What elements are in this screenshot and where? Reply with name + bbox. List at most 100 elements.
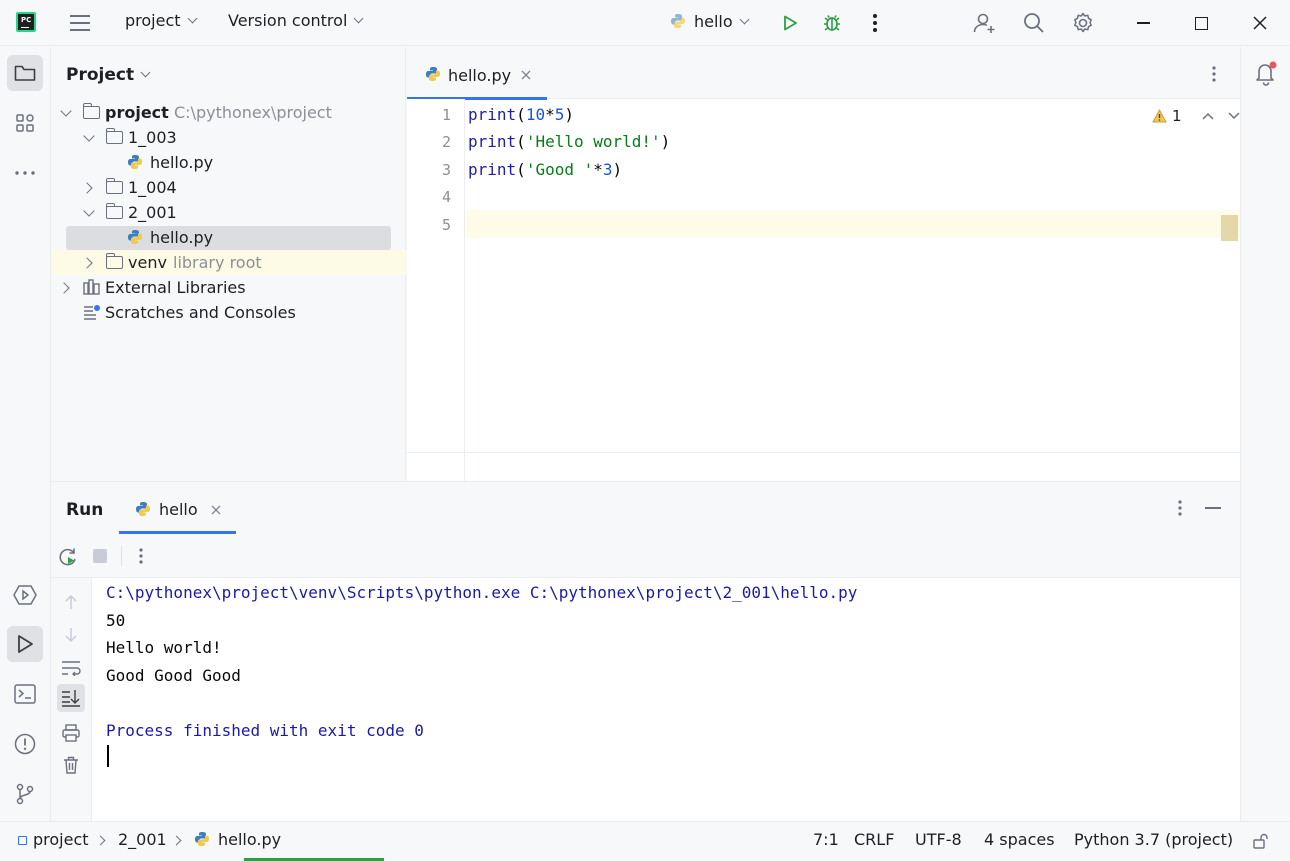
search-icon[interactable] — [1022, 11, 1046, 35]
project-tool-button[interactable] — [7, 55, 43, 91]
tree-item-project-root[interactable]: project C:\pythonex\project — [51, 100, 406, 125]
breadcrumb-folder[interactable]: 2_001 — [118, 830, 167, 849]
close-tab-icon[interactable] — [521, 70, 531, 80]
python-file-icon — [136, 502, 150, 516]
run-tool-window: Run hello C:\pythonex\project\venv\Scrip… — [51, 481, 1240, 822]
trash-icon[interactable] — [63, 756, 79, 774]
tree-item-folder-1-004[interactable]: 1_004 — [51, 175, 406, 200]
maximize-window-icon[interactable] — [1189, 11, 1213, 35]
python-file-icon — [671, 14, 685, 28]
tree-item-label: project — [105, 103, 169, 122]
caret-position[interactable]: 7:1 — [813, 830, 839, 849]
editor-tab-hello-py[interactable]: hello.py — [407, 47, 547, 100]
editor-tab-label: hello.py — [448, 66, 512, 85]
tree-item-file-hello-2-001[interactable]: hello.py — [51, 225, 406, 250]
tree-item-file-hello-1-003[interactable]: hello.py — [51, 150, 406, 175]
version-control-label: Version control — [228, 11, 348, 30]
run-tab-hello[interactable]: hello — [119, 482, 236, 534]
tree-item-label: 2_001 — [128, 203, 177, 222]
line-separator-widget[interactable]: CRLF — [854, 830, 894, 849]
print-icon[interactable] — [62, 724, 80, 742]
collapse-arrow-icon[interactable] — [58, 282, 70, 294]
terminal-icon — [14, 684, 36, 704]
collapse-arrow-icon[interactable] — [81, 182, 93, 194]
tree-item-external-libraries[interactable]: External Libraries — [51, 275, 406, 300]
project-selector[interactable]: project — [125, 11, 197, 30]
run-config-label: hello — [694, 12, 733, 31]
expand-arrow-icon[interactable] — [83, 205, 95, 217]
version-control-menu[interactable]: Version control — [228, 11, 364, 30]
console-side-toolbar — [51, 578, 92, 822]
console-output-line: Hello world! — [106, 638, 222, 657]
project-panel-title-label: Project — [66, 65, 135, 85]
encoding-widget[interactable]: UTF-8 — [915, 830, 962, 849]
more-actions-icon[interactable] — [139, 548, 143, 564]
console-output[interactable]: C:\pythonex\project\venv\Scripts\python.… — [92, 578, 1240, 822]
code-token: * — [545, 105, 555, 124]
console-exit-message: Process finished with exit code 0 — [106, 721, 424, 740]
scroll-to-end-icon — [62, 690, 80, 707]
scroll-to-end-button[interactable] — [57, 684, 85, 712]
folder-icon — [105, 203, 123, 219]
close-window-icon[interactable] — [1248, 11, 1272, 35]
chevron-down-icon — [739, 14, 750, 25]
next-highlight-icon[interactable] — [1228, 112, 1240, 120]
text-cursor — [107, 745, 109, 767]
add-user-icon[interactable] — [972, 11, 996, 35]
run-button[interactable] — [778, 11, 802, 35]
git-tool-button[interactable] — [7, 776, 43, 812]
lock-icon[interactable] — [1252, 833, 1268, 849]
minimize-window-icon[interactable] — [1131, 11, 1155, 35]
run-panel-options-icon[interactable] — [1178, 500, 1182, 520]
code-token: 'Hello world!' — [525, 132, 661, 151]
project-panel-title[interactable]: Project — [66, 65, 151, 85]
indent-widget[interactable]: 4 spaces — [984, 830, 1055, 849]
soft-wrap-icon[interactable] — [61, 660, 81, 676]
scroll-down-icon[interactable] — [64, 627, 78, 643]
run-tool-button[interactable] — [7, 626, 43, 662]
debug-button[interactable] — [820, 11, 844, 35]
main-menu-icon[interactable] — [70, 13, 90, 31]
hide-panel-icon[interactable] — [1205, 507, 1221, 509]
tree-item-label: venv — [128, 253, 167, 272]
run-tab-label: hello — [159, 500, 198, 519]
tree-item-scratches[interactable]: Scratches and Consoles — [51, 300, 406, 325]
rerun-icon[interactable] — [58, 547, 78, 567]
breadcrumb-project-icon — [18, 836, 27, 845]
breadcrumb-project[interactable]: project — [33, 830, 89, 849]
services-tool-button[interactable] — [7, 577, 43, 613]
tree-item-folder-2-001[interactable]: 2_001 — [51, 200, 406, 225]
collapse-arrow-icon[interactable] — [81, 257, 93, 269]
tree-item-label: 1_004 — [128, 178, 177, 197]
code-token: ) — [660, 132, 671, 151]
code-line-2: print('Hello world!') — [468, 132, 670, 151]
problems-icon — [14, 733, 36, 755]
breadcrumb-separator-icon — [171, 835, 182, 846]
problems-tool-button[interactable] — [7, 726, 43, 762]
interpreter-widget[interactable]: Python 3.7 (project) — [1074, 830, 1233, 849]
inspection-widget[interactable]: 1 — [1152, 107, 1240, 125]
stop-icon[interactable] — [93, 549, 107, 563]
close-tab-icon[interactable] — [211, 505, 221, 515]
more-tools-button[interactable] — [7, 155, 43, 191]
scroll-up-icon[interactable] — [64, 594, 78, 610]
expand-arrow-icon[interactable] — [83, 130, 95, 142]
more-actions-icon[interactable] — [863, 11, 887, 35]
code-token: 'Good ' — [525, 160, 594, 179]
editor-tabs-more-icon[interactable] — [1212, 66, 1216, 86]
settings-gear-icon[interactable] — [1071, 11, 1095, 35]
tree-item-library-root-hint: library root — [173, 253, 262, 272]
notifications-button[interactable] — [1253, 60, 1279, 86]
run-toolbar — [51, 534, 1240, 578]
expand-arrow-icon[interactable] — [60, 105, 72, 117]
terminal-tool-button[interactable] — [7, 676, 43, 712]
run-config-selector[interactable]: hello — [670, 11, 750, 31]
tree-item-folder-1-003[interactable]: 1_003 — [51, 125, 406, 150]
pycharm-logo-icon[interactable]: PC — [16, 12, 36, 32]
breadcrumb-file[interactable]: hello.py — [218, 830, 281, 849]
code-text-area[interactable]: print(10*5) print('Hello world!') print(… — [407, 99, 1240, 499]
previous-highlight-icon[interactable] — [1202, 112, 1214, 120]
python-file-icon — [128, 155, 142, 169]
structure-tool-button[interactable] — [7, 105, 43, 141]
tree-item-folder-venv[interactable]: venv library root — [51, 250, 406, 275]
